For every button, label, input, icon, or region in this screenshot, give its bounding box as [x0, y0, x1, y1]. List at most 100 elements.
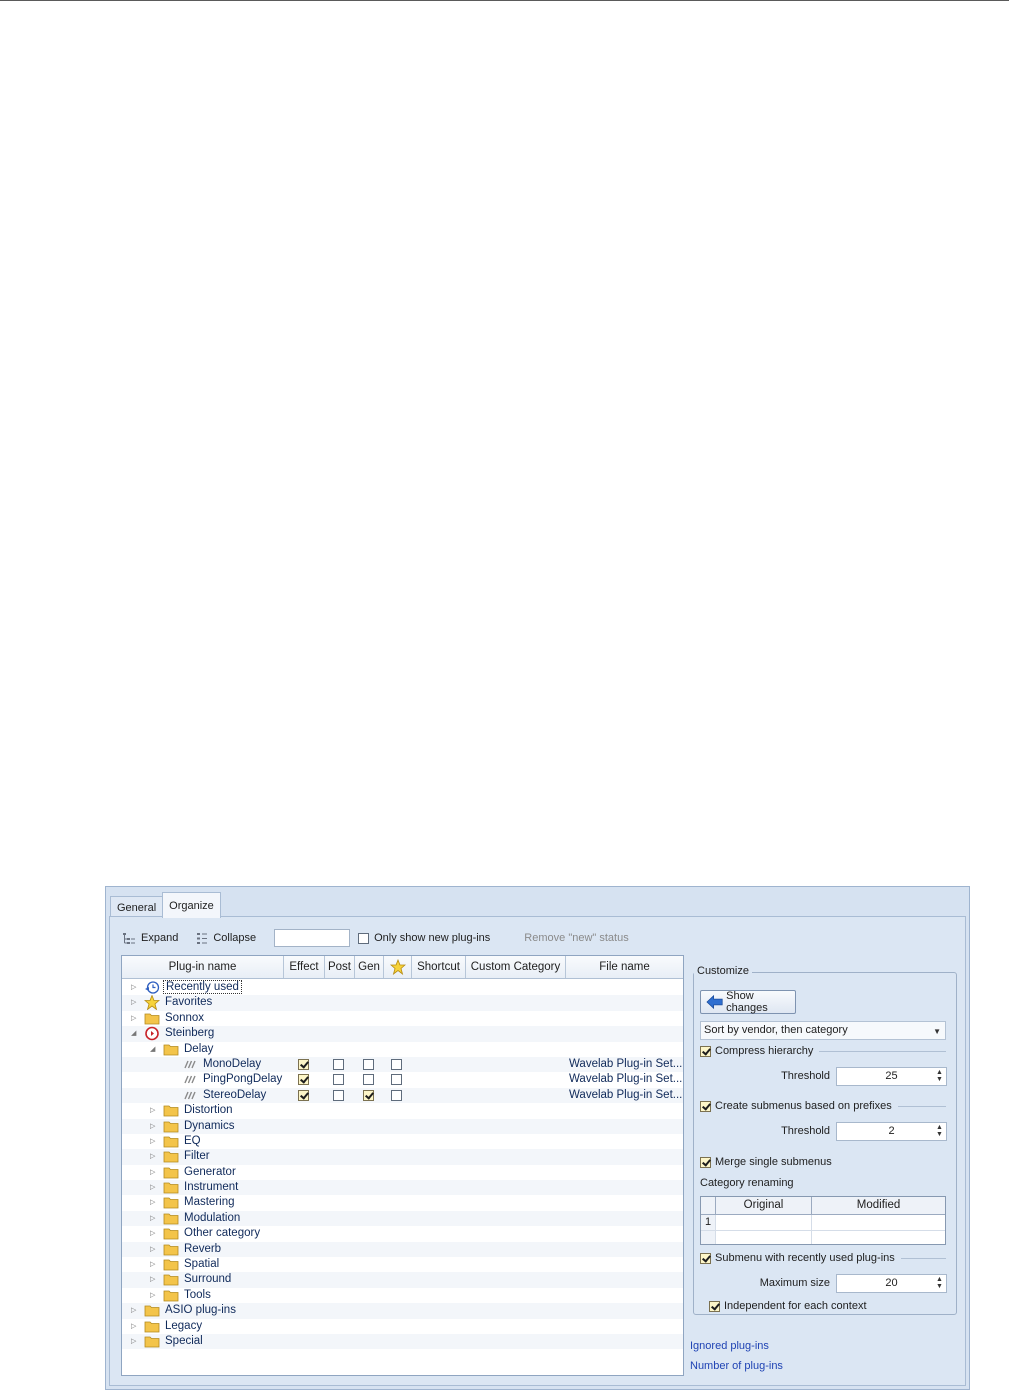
tree-label-category: Dynamics — [184, 1119, 235, 1132]
renaming-grid-row[interactable] — [701, 1231, 945, 1244]
tree-row[interactable]: ▷ Instrument — [122, 1180, 683, 1196]
stepper-arrows-icon[interactable]: ▲ ▼ — [935, 1124, 944, 1138]
tree-row[interactable]: PingPongDelay Wavelab Plug-in Set... — [122, 1072, 683, 1087]
sort-mode-select[interactable]: Sort by vendor, then category ▼ — [700, 1021, 946, 1040]
expand-arrow-icon[interactable]: ▷ — [150, 1198, 157, 1207]
tree-row[interactable]: ◢ Delay — [122, 1042, 683, 1057]
collapse-button[interactable]: Collapse — [196, 932, 256, 945]
column-effect[interactable]: Effect — [284, 956, 325, 978]
effect-checkbox[interactable] — [298, 1058, 309, 1070]
expand-button[interactable]: Expand — [122, 932, 178, 945]
expand-arrow-icon[interactable]: ▷ — [150, 1229, 157, 1238]
tree-row[interactable]: ▷ Sonnox — [122, 1011, 683, 1026]
prefix-submenus-checkbox[interactable] — [700, 1100, 711, 1112]
maximum-size-stepper[interactable]: 20 ▲ ▼ — [836, 1274, 947, 1293]
expand-arrow-icon[interactable]: ▷ — [150, 1260, 157, 1269]
post-checkbox[interactable] — [333, 1089, 344, 1101]
remove-new-status-button[interactable]: Remove "new" status — [524, 932, 628, 944]
ignored-plugins-link[interactable]: Ignored plug-ins — [690, 1340, 769, 1352]
gen-checkbox[interactable] — [363, 1089, 374, 1101]
expand-arrow-icon[interactable]: ▷ — [150, 1152, 157, 1161]
tree-row[interactable]: ▷ Spatial — [122, 1257, 683, 1272]
tree-row[interactable]: ▷ Recently used — [122, 980, 683, 995]
favorite-checkbox[interactable] — [391, 1074, 402, 1086]
collapse-arrow-icon[interactable]: ◢ — [131, 1029, 138, 1038]
expand-arrow-icon[interactable]: ▷ — [150, 1168, 157, 1177]
tree-row[interactable]: ▷ Dynamics — [122, 1118, 683, 1134]
expand-arrow-icon[interactable]: ▷ — [150, 1291, 157, 1300]
compress-hierarchy-checkbox[interactable] — [700, 1045, 711, 1057]
tab-organize[interactable]: Organize — [162, 892, 221, 918]
favorite-checkbox[interactable] — [391, 1058, 402, 1070]
tree-row[interactable]: ▷ Mastering — [122, 1195, 683, 1210]
favorite-checkbox[interactable] — [391, 1089, 402, 1101]
gen-checkbox[interactable] — [363, 1058, 374, 1070]
tree-row[interactable]: ◢ Steinberg — [122, 1026, 683, 1042]
tree-row[interactable]: ▷ Reverb — [122, 1241, 683, 1258]
original-column-header[interactable]: Original — [716, 1197, 812, 1214]
merge-submenus-checkbox[interactable] — [700, 1156, 711, 1168]
modified-column-header[interactable]: Modified — [812, 1197, 945, 1214]
show-changes-button[interactable]: Show changes — [700, 990, 796, 1014]
renaming-grid-row[interactable]: 1 — [701, 1215, 945, 1231]
tab-general[interactable]: General — [110, 896, 164, 918]
modified-cell[interactable] — [812, 1215, 945, 1230]
prefix-threshold-stepper[interactable]: 2 ▲ ▼ — [836, 1122, 947, 1141]
independent-context-checkbox[interactable] — [709, 1300, 720, 1312]
column-post[interactable]: Post — [325, 956, 355, 978]
tree-row[interactable]: MonoDelay Wavelab Plug-in Set... — [122, 1056, 683, 1073]
expand-arrow-icon[interactable]: ▷ — [150, 1214, 157, 1223]
expand-arrow-icon[interactable]: ▷ — [131, 1306, 138, 1315]
gen-checkbox[interactable] — [363, 1074, 374, 1086]
effect-checkbox[interactable] — [298, 1074, 309, 1086]
expand-arrow-icon[interactable]: ▷ — [150, 1183, 157, 1192]
expand-arrow-icon[interactable]: ▷ — [131, 1014, 138, 1023]
expand-arrow-icon[interactable]: ▷ — [150, 1245, 157, 1254]
search-input[interactable] — [274, 929, 351, 947]
tree-row[interactable]: ▷ Surround — [122, 1272, 683, 1288]
expand-arrow-icon[interactable]: ▷ — [131, 1322, 138, 1331]
number-of-plugins-link[interactable]: Number of plug-ins — [690, 1360, 783, 1372]
column-file-name[interactable]: File name — [566, 956, 683, 978]
recent-submenu-checkbox[interactable] — [700, 1252, 711, 1264]
stepper-arrows-icon[interactable]: ▲ ▼ — [935, 1069, 944, 1083]
expand-arrow-icon[interactable]: ▷ — [131, 983, 138, 992]
column-shortcut[interactable]: Shortcut — [412, 956, 466, 978]
tree-row[interactable]: ▷ EQ — [122, 1134, 683, 1149]
category-renaming-grid[interactable]: Original Modified 1 — [700, 1196, 946, 1245]
expand-arrow-icon[interactable]: ▷ — [150, 1122, 157, 1131]
tree-row[interactable]: ▷ Modulation — [122, 1210, 683, 1227]
tree-column-header: Plug-in name Effect Post Gen Shortcut Cu… — [122, 956, 683, 979]
tree-row[interactable]: StereoDelay Wavelab Plug-in Set... — [122, 1087, 683, 1104]
post-checkbox[interactable] — [333, 1058, 344, 1070]
original-cell[interactable] — [716, 1215, 812, 1230]
expand-arrow-icon[interactable]: ▷ — [150, 1106, 157, 1115]
only-new-checkbox[interactable] — [358, 932, 370, 944]
only-new-label: Only show new plug-ins — [374, 932, 491, 944]
post-checkbox[interactable] — [333, 1074, 344, 1086]
modified-cell[interactable] — [812, 1231, 945, 1244]
original-cell[interactable] — [716, 1231, 812, 1244]
tree-row[interactable]: ▷ Filter — [122, 1149, 683, 1165]
threshold-stepper[interactable]: 25 ▲ ▼ — [836, 1067, 947, 1086]
expand-arrow-icon[interactable]: ▷ — [150, 1275, 157, 1284]
expand-arrow-icon[interactable]: ▷ — [131, 998, 138, 1007]
expand-arrow-icon[interactable]: ▷ — [131, 1337, 138, 1346]
effect-checkbox[interactable] — [298, 1089, 309, 1101]
collapse-arrow-icon[interactable]: ◢ — [150, 1045, 157, 1054]
tree-row[interactable]: ▷ ASIO plug-ins — [122, 1303, 683, 1319]
tree-row[interactable]: ▷ Generator — [122, 1165, 683, 1180]
folder-icon — [163, 1105, 179, 1117]
column-custom-category[interactable]: Custom Category — [466, 956, 566, 978]
tree-row[interactable]: ▷ Distortion — [122, 1103, 683, 1118]
column-plugin-name[interactable]: Plug-in name — [122, 956, 284, 978]
tree-row[interactable]: ▷ Other category — [122, 1226, 683, 1241]
tree-row[interactable]: ▷ Special — [122, 1333, 683, 1350]
expand-arrow-icon[interactable]: ▷ — [150, 1137, 157, 1146]
tree-row[interactable]: ▷ Tools — [122, 1288, 683, 1303]
stepper-arrows-icon[interactable]: ▲ ▼ — [935, 1276, 944, 1290]
column-gen[interactable]: Gen — [355, 956, 384, 978]
tree-row[interactable]: ▷ Favorites — [122, 995, 683, 1011]
column-favorite[interactable] — [384, 956, 412, 978]
tree-row[interactable]: ▷ Legacy — [122, 1319, 683, 1334]
